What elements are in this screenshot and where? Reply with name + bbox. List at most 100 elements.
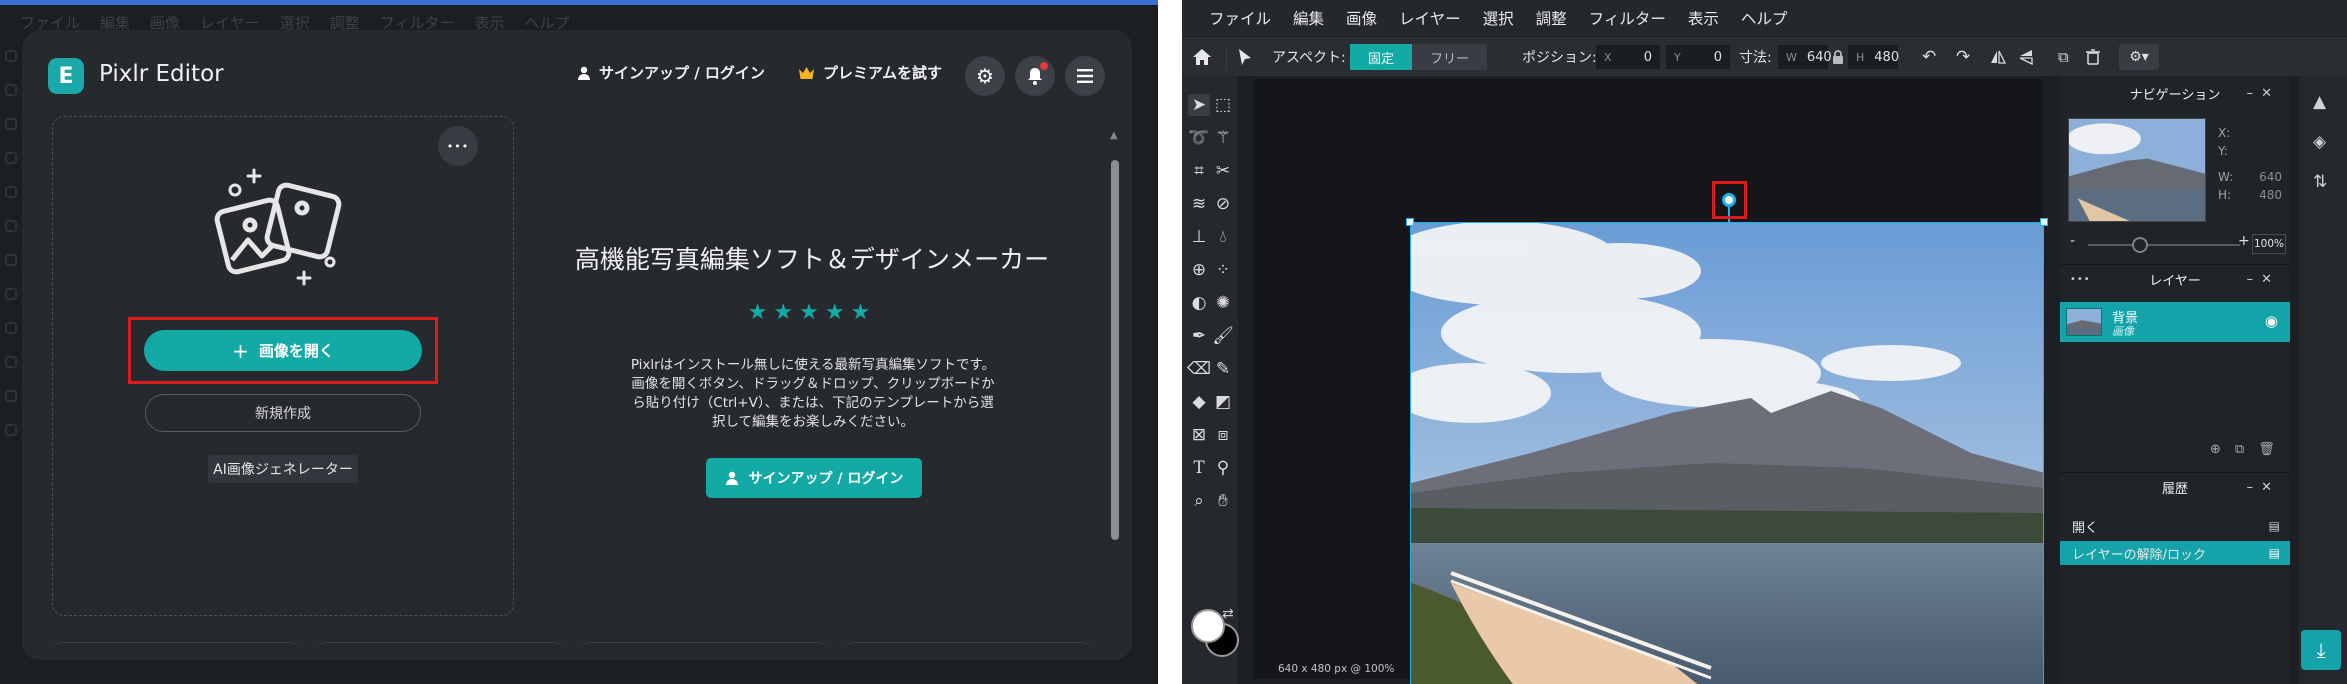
new-create-button[interactable]: 新規作成 [145, 394, 421, 432]
tool-settings-button[interactable]: ⚙▾ [2119, 44, 2159, 70]
signup-login-link[interactable]: サインアップ / ログイン [577, 62, 765, 83]
hand-tool[interactable]: ✋︎ [1212, 490, 1234, 512]
history-item-active[interactable]: レイヤーの解除/ロック ▤ [2060, 541, 2290, 565]
template-card[interactable] [844, 642, 1092, 660]
menu-adjust[interactable]: 調整 [1536, 7, 1567, 29]
height-input[interactable]: H 480 [1848, 45, 1899, 69]
zoom-slider[interactable] [2088, 244, 2240, 246]
cut-tool[interactable]: ✂ [1212, 160, 1234, 182]
canvas-image[interactable] [1410, 222, 2044, 684]
zoom-slider-knob[interactable] [2132, 237, 2148, 253]
navigator-toggle-icon[interactable]: ▲ [2313, 92, 2326, 112]
pen-tool[interactable]: ✒ [1188, 325, 1210, 347]
try-premium-label: プレミアムを試す [823, 64, 942, 82]
flip-horizontal-button[interactable] [1990, 37, 2006, 77]
lasso-icon: ➰ [1188, 128, 1210, 148]
wand-tool[interactable]: ⚚ [1212, 127, 1234, 149]
layers-toggle-icon[interactable]: ◈ [2313, 132, 2326, 152]
zoom-control: - + 100% [2068, 233, 2286, 254]
notifications-button[interactable] [1015, 56, 1055, 96]
rotate-right-button[interactable]: ↷ [1956, 37, 1970, 77]
position-x-input[interactable]: X0 [1596, 45, 1660, 69]
save-download-button[interactable]: ⤓ [2301, 630, 2341, 670]
menu-filter[interactable]: フィルター [1589, 7, 1666, 29]
layer-item[interactable]: 背景 画像 ◉ [2060, 302, 2290, 342]
zoom-in-button[interactable]: + [2238, 233, 2250, 249]
settings-button[interactable]: ⚙ [965, 56, 1005, 96]
history-item[interactable]: 開く ▤ [2060, 514, 2290, 538]
transform-handle[interactable] [1406, 218, 1414, 226]
rotate-left-button[interactable]: ↶ [1922, 37, 1936, 77]
rotate-right-icon: ↷ [1956, 47, 1971, 67]
heal-tool[interactable]: ⊘ [1212, 193, 1234, 215]
panel-controls-icon[interactable]: –✕ [2247, 272, 2280, 287]
menu-edit[interactable]: 編集 [1293, 7, 1324, 29]
ai-image-generator-button[interactable]: AI画像ジェネレーター [208, 455, 358, 483]
delete-button[interactable] [2086, 37, 2100, 77]
gradient-tool[interactable]: ◩ [1212, 391, 1234, 413]
visibility-eye-icon[interactable]: ◉ [2265, 312, 2278, 330]
pixelate-tool[interactable]: ⁘ [1212, 259, 1234, 281]
dialog-scrollbar[interactable]: ▲ ▼ [1108, 130, 1122, 650]
sponge-tool[interactable]: ✺ [1212, 292, 1234, 314]
duplicate-layer-icon[interactable]: ⧉ [2235, 442, 2244, 462]
delete-layer-icon[interactable]: 🗑︎ [2258, 442, 2275, 462]
menu-file[interactable]: ファイル [1209, 7, 1271, 29]
sphere-tool[interactable]: ⊕ [1188, 259, 1210, 281]
card-more-button[interactable]: ••• [438, 126, 478, 166]
add-layer-icon[interactable]: ⊕ [2210, 442, 2221, 462]
signup-login-button[interactable]: サインアップ / ログイン [706, 458, 922, 498]
template-card[interactable] [52, 642, 300, 660]
menu-image[interactable]: 画像 [1346, 7, 1377, 29]
panel-controls-icon[interactable]: –✕ [2247, 480, 2280, 495]
blur-tool[interactable]: 💧︎ [1212, 226, 1234, 248]
placeholder-tool[interactable]: ⊠ [1188, 424, 1210, 446]
canvas-area[interactable] [1253, 79, 2048, 684]
shape-tool[interactable]: ⧈ [1212, 424, 1234, 446]
liquify-tool[interactable]: ≋ [1188, 193, 1210, 215]
menu-select[interactable]: 選択 [1483, 7, 1514, 29]
zoom-value[interactable]: 100% [2252, 234, 2286, 254]
history-toggle-icon[interactable]: ⇅ [2313, 172, 2327, 192]
zoom-tool[interactable]: ⌕ [1188, 490, 1210, 512]
text-tool[interactable]: T [1188, 457, 1210, 479]
lasso-tool[interactable]: ➰ [1188, 127, 1210, 149]
nav-h-label: H: [2218, 188, 2232, 202]
foreground-color-swatch[interactable] [1191, 609, 1225, 643]
main-menu-button[interactable] [1065, 56, 1105, 96]
color-replace-tool[interactable]: ✎ [1212, 358, 1234, 380]
flip-vertical-button[interactable] [2018, 37, 2034, 77]
menu-bar: ファイル 編集 画像 レイヤー 選択 調整 フィルター 表示 ヘルプ [1182, 0, 2347, 36]
crop-tool[interactable]: ⌗ [1188, 160, 1210, 182]
template-card[interactable] [580, 642, 828, 660]
menu-view[interactable]: 表示 [1688, 7, 1719, 29]
home-button[interactable] [1192, 37, 1212, 77]
position-label: ポジション: [1522, 50, 1597, 66]
swap-colors-icon[interactable]: ⇄ [1222, 606, 1234, 622]
zoom-out-button[interactable]: - [2070, 233, 2075, 249]
picker-tool[interactable]: ⚲ [1212, 457, 1234, 479]
position-y-input[interactable]: Y0 [1666, 45, 1730, 69]
scrollbar-thumb[interactable] [1111, 160, 1119, 540]
arrange-tool[interactable]: ➤ [1188, 94, 1210, 116]
template-card[interactable] [316, 642, 564, 660]
brush-tool[interactable]: 🖌︎ [1212, 325, 1234, 347]
duplicate-button[interactable]: ⧉ [2058, 37, 2069, 77]
menu-layer[interactable]: レイヤー [1399, 7, 1461, 29]
fill-tool[interactable]: ◆ [1188, 391, 1210, 413]
menu-help[interactable]: ヘルプ [1741, 7, 1788, 29]
dodge-burn-tool[interactable]: ◐ [1188, 292, 1210, 314]
lock-ratio-button[interactable] [1832, 37, 1844, 77]
eraser-tool[interactable]: ⌫ [1187, 358, 1211, 380]
aspect-free-button[interactable]: フリー [1412, 44, 1488, 70]
photos-illustration-icon [214, 168, 342, 286]
clone-tool[interactable]: ⊥ [1188, 226, 1210, 248]
navigator-thumbnail[interactable] [2068, 118, 2206, 222]
try-premium-link[interactable]: プレミアムを試す [798, 62, 942, 83]
aspect-fixed-button[interactable]: 固定 [1350, 44, 1413, 70]
transform-handle[interactable] [2040, 218, 2048, 226]
layers-menu-icon[interactable]: ••• [2070, 274, 2091, 285]
width-input[interactable]: W 640 [1778, 45, 1832, 69]
panel-controls-icon[interactable]: –✕ [2247, 86, 2280, 101]
marquee-tool[interactable]: ⬚ [1212, 94, 1234, 116]
